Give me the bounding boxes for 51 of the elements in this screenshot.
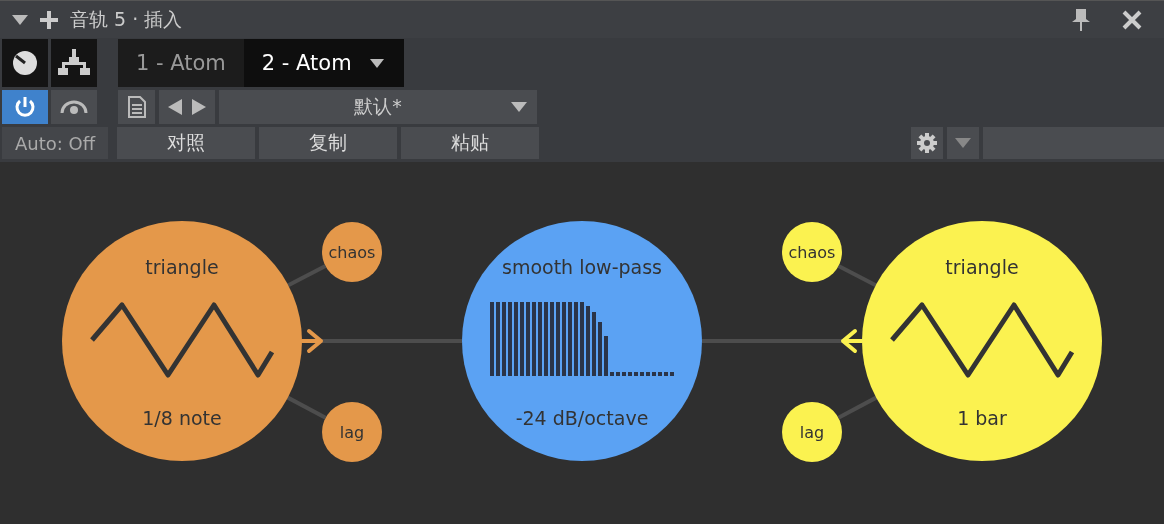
- next-icon[interactable]: [191, 99, 206, 115]
- dropdown-caret-icon: [955, 138, 971, 148]
- filter-mode-label: smooth low-pass: [502, 256, 662, 278]
- power-button[interactable]: [2, 90, 48, 124]
- power-icon: [14, 96, 36, 118]
- waveform-label: triangle: [945, 256, 1019, 278]
- lfo-node[interactable]: [62, 221, 302, 461]
- routing-button[interactable]: [51, 39, 97, 87]
- connector-line: [287, 264, 327, 288]
- sidechain-button[interactable]: [51, 90, 97, 124]
- connector-line: [837, 395, 878, 420]
- arrow-icon: [300, 329, 323, 353]
- rate-label: 1 bar: [957, 407, 1007, 429]
- collapse-icon[interactable]: [12, 14, 28, 25]
- settings-dropdown-button[interactable]: [947, 127, 979, 159]
- pin-icon[interactable]: [1072, 8, 1090, 31]
- dropdown-caret-icon: [511, 102, 527, 112]
- arc-dot-icon: [59, 100, 89, 114]
- lag-knob[interactable]: [782, 402, 842, 462]
- plugin-tab[interactable]: 2 - Atom: [243, 39, 404, 87]
- preset-action-button[interactable]: 复制: [259, 127, 397, 159]
- dropdown-caret-icon[interactable]: [369, 58, 384, 68]
- preset-action-button[interactable]: 粘贴: [401, 127, 539, 159]
- preset-file-button[interactable]: [118, 90, 155, 124]
- chaos-knob[interactable]: [322, 222, 382, 282]
- chaos-label: chaos: [788, 243, 836, 262]
- routing-icon: [57, 49, 91, 77]
- rate-label: 1/8 note: [142, 407, 222, 429]
- chaos-label: chaos: [328, 243, 376, 262]
- settings-button[interactable]: [911, 127, 943, 159]
- window-title: 音轨 5 · 插入: [70, 6, 183, 32]
- close-icon[interactable]: [1122, 9, 1142, 30]
- knob-icon: [12, 50, 38, 76]
- add-icon[interactable]: [40, 10, 58, 29]
- lag-knob[interactable]: [322, 402, 382, 462]
- chaos-knob[interactable]: [782, 222, 842, 282]
- connector-line: [286, 395, 327, 420]
- preset-dropdown[interactable]: 默认*: [219, 90, 537, 124]
- lag-label: lag: [339, 423, 365, 442]
- connector-line: [837, 264, 877, 288]
- preset-action-button[interactable]: 对照: [117, 127, 255, 159]
- settings-icon: [917, 133, 937, 153]
- waveform-label: triangle: [145, 256, 219, 278]
- automation-status[interactable]: Auto: Off: [2, 127, 108, 159]
- lag-label: lag: [799, 423, 825, 442]
- knob-button[interactable]: [2, 39, 48, 87]
- arrow-icon: [841, 329, 864, 353]
- document-icon: [127, 96, 146, 118]
- lfo-node[interactable]: [862, 221, 1102, 461]
- previous-icon[interactable]: [168, 99, 183, 115]
- filter-slope-label: -24 dB/octave: [515, 407, 649, 429]
